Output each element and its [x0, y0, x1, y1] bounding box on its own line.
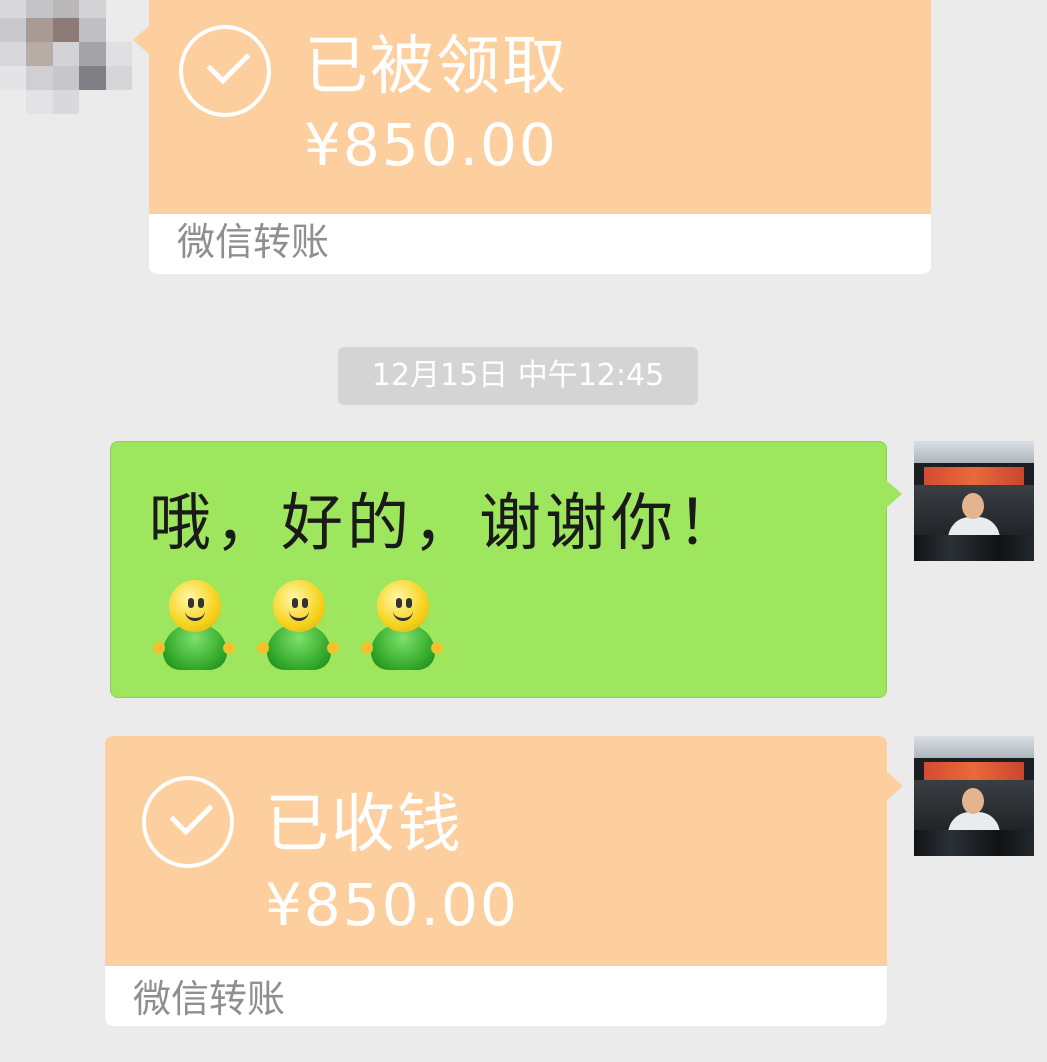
bubble-tail	[887, 772, 903, 800]
contact-avatar[interactable]	[0, 0, 132, 114]
transfer-card-collected[interactable]: 已收钱 ¥850.00 微信转账	[105, 736, 903, 1026]
message-text: 哦，好的，谢谢你！	[149, 486, 744, 559]
bubble-tail	[886, 480, 902, 508]
pixelated-avatar-image	[0, 0, 132, 114]
transfer-status: 已被领取	[304, 30, 568, 104]
text-message-bubble[interactable]: 哦，好的，谢谢你！	[110, 441, 902, 698]
check-circle-icon	[142, 776, 234, 868]
emoji-row	[151, 580, 445, 672]
transfer-type-label: 微信转账	[177, 220, 330, 264]
smiley-figure-icon	[255, 580, 341, 672]
transfer-amount: ¥850.00	[304, 111, 558, 179]
transfer-card-header: 已收钱 ¥850.00	[105, 736, 887, 966]
transfer-status: 已收钱	[265, 788, 463, 862]
check-circle-icon	[179, 25, 271, 117]
bubble-tail	[133, 26, 149, 54]
transfer-amount: ¥850.00	[265, 871, 519, 939]
transfer-type-label: 微信转账	[133, 977, 286, 1021]
my-avatar[interactable]	[914, 736, 1034, 856]
message-timestamp: 12月15日 中午12:45	[338, 347, 698, 405]
my-avatar[interactable]	[914, 441, 1034, 561]
smiley-figure-icon	[151, 580, 237, 672]
transfer-card-header: 已被领取 ¥850.00	[149, 0, 931, 214]
transfer-card-received[interactable]: 已被领取 ¥850.00 微信转账	[133, 0, 931, 274]
smiley-figure-icon	[359, 580, 445, 672]
